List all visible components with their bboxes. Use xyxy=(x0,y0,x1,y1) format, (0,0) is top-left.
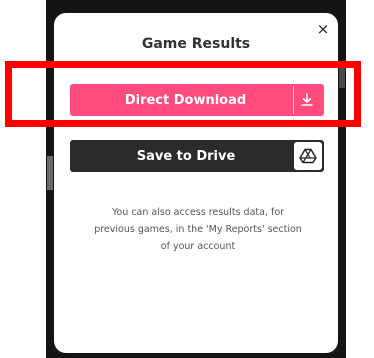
save-to-drive-button[interactable]: Save to Drive xyxy=(70,140,324,172)
info-line: You can also access results data, for xyxy=(111,207,285,218)
save-to-drive-label: Save to Drive xyxy=(136,148,236,164)
reports-info-text: You can also access results data, for pr… xyxy=(80,204,316,255)
google-drive-icon xyxy=(294,142,322,170)
highlight-box xyxy=(5,61,361,127)
info-line: of your account xyxy=(160,241,236,252)
modal-title: Game Results xyxy=(141,36,251,52)
info-line: previous games, in the 'My Reports' sect… xyxy=(94,224,302,235)
backdrop-element xyxy=(47,156,53,190)
